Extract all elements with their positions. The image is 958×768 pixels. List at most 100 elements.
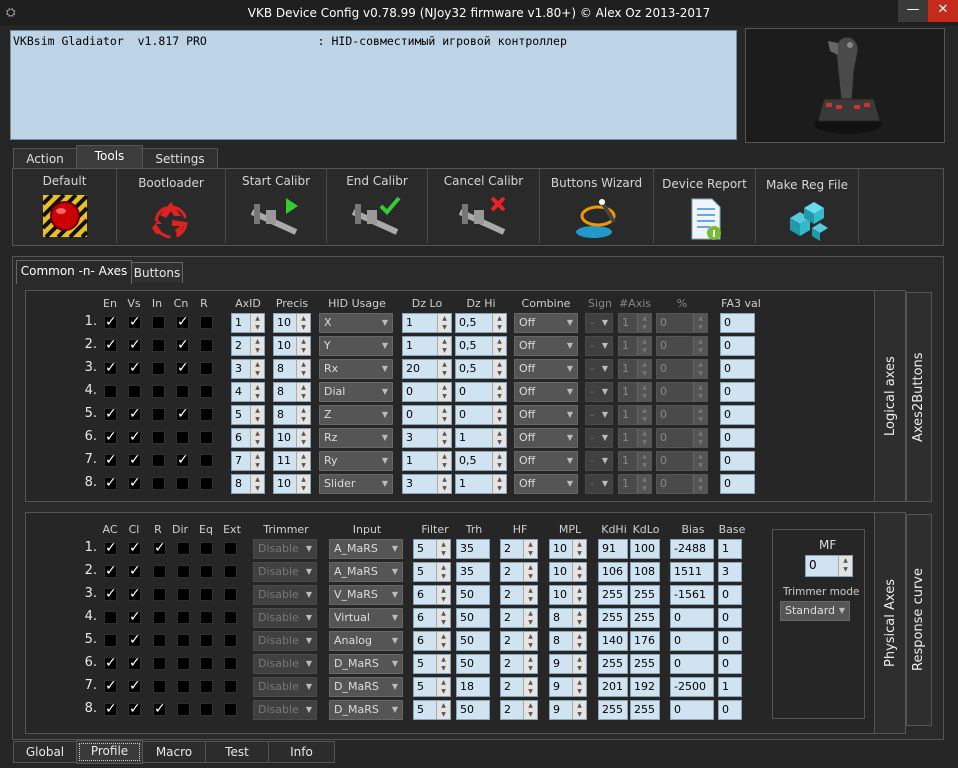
vs-checkbox[interactable] <box>128 385 141 398</box>
hid-usage-select[interactable]: Ry ▼ <box>319 451 393 471</box>
bias-field[interactable]: -2488 <box>670 539 714 559</box>
dir-checkbox[interactable] <box>177 588 190 601</box>
dz-lo-spinbox[interactable]: 0 ▲ ▼ <box>402 382 452 402</box>
input-select[interactable]: D_MaRS ▼ <box>329 700 403 720</box>
mpl-spinbox-arrows[interactable]: ▲ ▼ <box>572 609 586 627</box>
precis-spinbox[interactable]: 10 ▲ ▼ <box>273 313 311 333</box>
fa3-value-field[interactable]: 0 <box>720 451 755 471</box>
r-checkbox[interactable] <box>200 408 213 421</box>
kdlo-field[interactable]: 255 <box>630 585 660 605</box>
mpl-spinbox[interactable]: 8 ▲ ▼ <box>549 631 587 651</box>
input-select[interactable]: V_MaRS ▼ <box>329 585 403 605</box>
axid-spinbox[interactable]: 3 ▲ ▼ <box>231 359 265 379</box>
dz-lo-spinbox[interactable]: 1 ▲ ▼ <box>402 336 452 356</box>
precis-spinbox[interactable]: 8 ▲ ▼ <box>273 405 311 425</box>
axid-spinbox[interactable]: 7 ▲ ▼ <box>231 451 265 471</box>
fa3-value-field[interactable]: 0 <box>720 313 755 333</box>
make-reg-file-button[interactable]: Make Reg File <box>756 169 859 243</box>
eq-checkbox[interactable] <box>200 565 213 578</box>
axid-spinbox[interactable]: 8 ▲ ▼ <box>231 474 265 494</box>
trh-field[interactable]: 50 <box>456 608 490 628</box>
r-checkbox[interactable]: ✓ <box>153 702 166 716</box>
tab-test[interactable]: Test <box>205 741 269 763</box>
axid-spinbox-arrows[interactable]: ▲ ▼ <box>250 337 264 355</box>
tab-tools[interactable]: Tools <box>76 145 143 169</box>
filter-spinbox[interactable]: 5 ▲ ▼ <box>413 700 451 720</box>
cn-checkbox[interactable]: ✓ <box>176 407 189 421</box>
tab-common-axes[interactable]: Common -n- Axes <box>16 260 132 284</box>
en-checkbox[interactable]: ✓ <box>104 361 117 375</box>
hf-spinbox-arrows[interactable]: ▲ ▼ <box>523 609 537 627</box>
ext-checkbox[interactable] <box>224 634 237 647</box>
dz-lo-spinbox-arrows[interactable]: ▲ ▼ <box>437 475 451 493</box>
axid-spinbox[interactable]: 6 ▲ ▼ <box>231 428 265 448</box>
base-field[interactable]: 0 <box>718 700 742 720</box>
axes2buttons-side-tab[interactable]: Axes2Buttons <box>906 292 932 502</box>
hf-spinbox[interactable]: 2 ▲ ▼ <box>500 677 538 697</box>
filter-spinbox-arrows[interactable]: ▲ ▼ <box>436 655 450 673</box>
ext-checkbox[interactable] <box>224 611 237 624</box>
hf-spinbox-arrows[interactable]: ▲ ▼ <box>523 678 537 696</box>
default-button[interactable]: Default <box>13 169 117 243</box>
vs-checkbox[interactable]: ✓ <box>128 315 141 329</box>
ac-checkbox[interactable]: ✓ <box>104 656 117 670</box>
filter-spinbox-arrows[interactable]: ▲ ▼ <box>436 678 450 696</box>
hf-spinbox[interactable]: 2 ▲ ▼ <box>500 608 538 628</box>
cn-checkbox[interactable]: ✓ <box>176 453 189 467</box>
precis-spinbox-arrows[interactable]: ▲ ▼ <box>296 383 310 401</box>
kdhi-field[interactable]: 255 <box>598 654 628 674</box>
mpl-spinbox[interactable]: 9 ▲ ▼ <box>549 700 587 720</box>
minimize-button[interactable]: — <box>898 0 928 22</box>
axid-spinbox[interactable]: 5 ▲ ▼ <box>231 405 265 425</box>
precis-spinbox[interactable]: 8 ▲ ▼ <box>273 382 311 402</box>
r-checkbox[interactable]: ✓ <box>153 541 166 555</box>
precis-spinbox-arrows[interactable]: ▲ ▼ <box>296 314 310 332</box>
dz-hi-spinbox-arrows[interactable]: ▲ ▼ <box>492 429 506 447</box>
eq-checkbox[interactable] <box>200 657 213 670</box>
hf-spinbox-arrows[interactable]: ▲ ▼ <box>523 586 537 604</box>
ext-checkbox[interactable] <box>224 680 237 693</box>
cl-checkbox[interactable]: ✓ <box>128 610 141 624</box>
start-calibr-button[interactable]: Start Calibr <box>226 169 327 243</box>
hf-spinbox-arrows[interactable]: ▲ ▼ <box>523 540 537 558</box>
combine-select[interactable]: Off ▼ <box>514 359 578 379</box>
axid-spinbox-arrows[interactable]: ▲ ▼ <box>250 383 264 401</box>
cl-checkbox[interactable]: ✓ <box>128 633 141 647</box>
hf-spinbox-arrows[interactable]: ▲ ▼ <box>523 701 537 719</box>
mpl-spinbox[interactable]: 9 ▲ ▼ <box>549 654 587 674</box>
r-checkbox[interactable] <box>153 565 166 578</box>
combine-select[interactable]: Off ▼ <box>514 405 578 425</box>
eq-checkbox[interactable] <box>200 680 213 693</box>
trh-field[interactable]: 50 <box>456 631 490 651</box>
input-select[interactable]: Analog ▼ <box>329 631 403 651</box>
dir-checkbox[interactable] <box>177 703 190 716</box>
dz-hi-spinbox-arrows[interactable]: ▲ ▼ <box>492 383 506 401</box>
hid-usage-select[interactable]: X ▼ <box>319 313 393 333</box>
logical-axes-side-tab[interactable]: Logical axes <box>874 290 906 502</box>
fa3-value-field[interactable]: 0 <box>720 405 755 425</box>
axid-spinbox-arrows[interactable]: ▲ ▼ <box>250 429 264 447</box>
mpl-spinbox-arrows[interactable]: ▲ ▼ <box>572 563 586 581</box>
bias-field[interactable]: 0 <box>670 700 714 720</box>
ac-checkbox[interactable] <box>104 634 117 647</box>
hf-spinbox[interactable]: 2 ▲ ▼ <box>500 562 538 582</box>
input-select[interactable]: A_MaRS ▼ <box>329 562 403 582</box>
kdlo-field[interactable]: 108 <box>630 562 660 582</box>
base-field[interactable]: 1 <box>718 677 742 697</box>
mpl-spinbox[interactable]: 10 ▲ ▼ <box>549 562 587 582</box>
hid-usage-select[interactable]: Dial ▼ <box>319 382 393 402</box>
in-checkbox[interactable] <box>152 454 165 467</box>
mpl-spinbox[interactable]: 9 ▲ ▼ <box>549 677 587 697</box>
close-button[interactable]: ✕ <box>928 0 958 22</box>
in-checkbox[interactable] <box>152 339 165 352</box>
dz-hi-spinbox[interactable]: 0 ▲ ▼ <box>455 382 507 402</box>
kdhi-field[interactable]: 255 <box>598 585 628 605</box>
kdhi-field[interactable]: 255 <box>598 700 628 720</box>
kdlo-field[interactable]: 192 <box>630 677 660 697</box>
r-checkbox[interactable] <box>200 316 213 329</box>
dz-hi-spinbox[interactable]: 0,5 ▲ ▼ <box>455 359 507 379</box>
axid-spinbox-arrows[interactable]: ▲ ▼ <box>250 360 264 378</box>
dz-hi-spinbox[interactable]: 0,5 ▲ ▼ <box>455 451 507 471</box>
filter-spinbox-arrows[interactable]: ▲ ▼ <box>436 632 450 650</box>
r-checkbox[interactable] <box>153 588 166 601</box>
